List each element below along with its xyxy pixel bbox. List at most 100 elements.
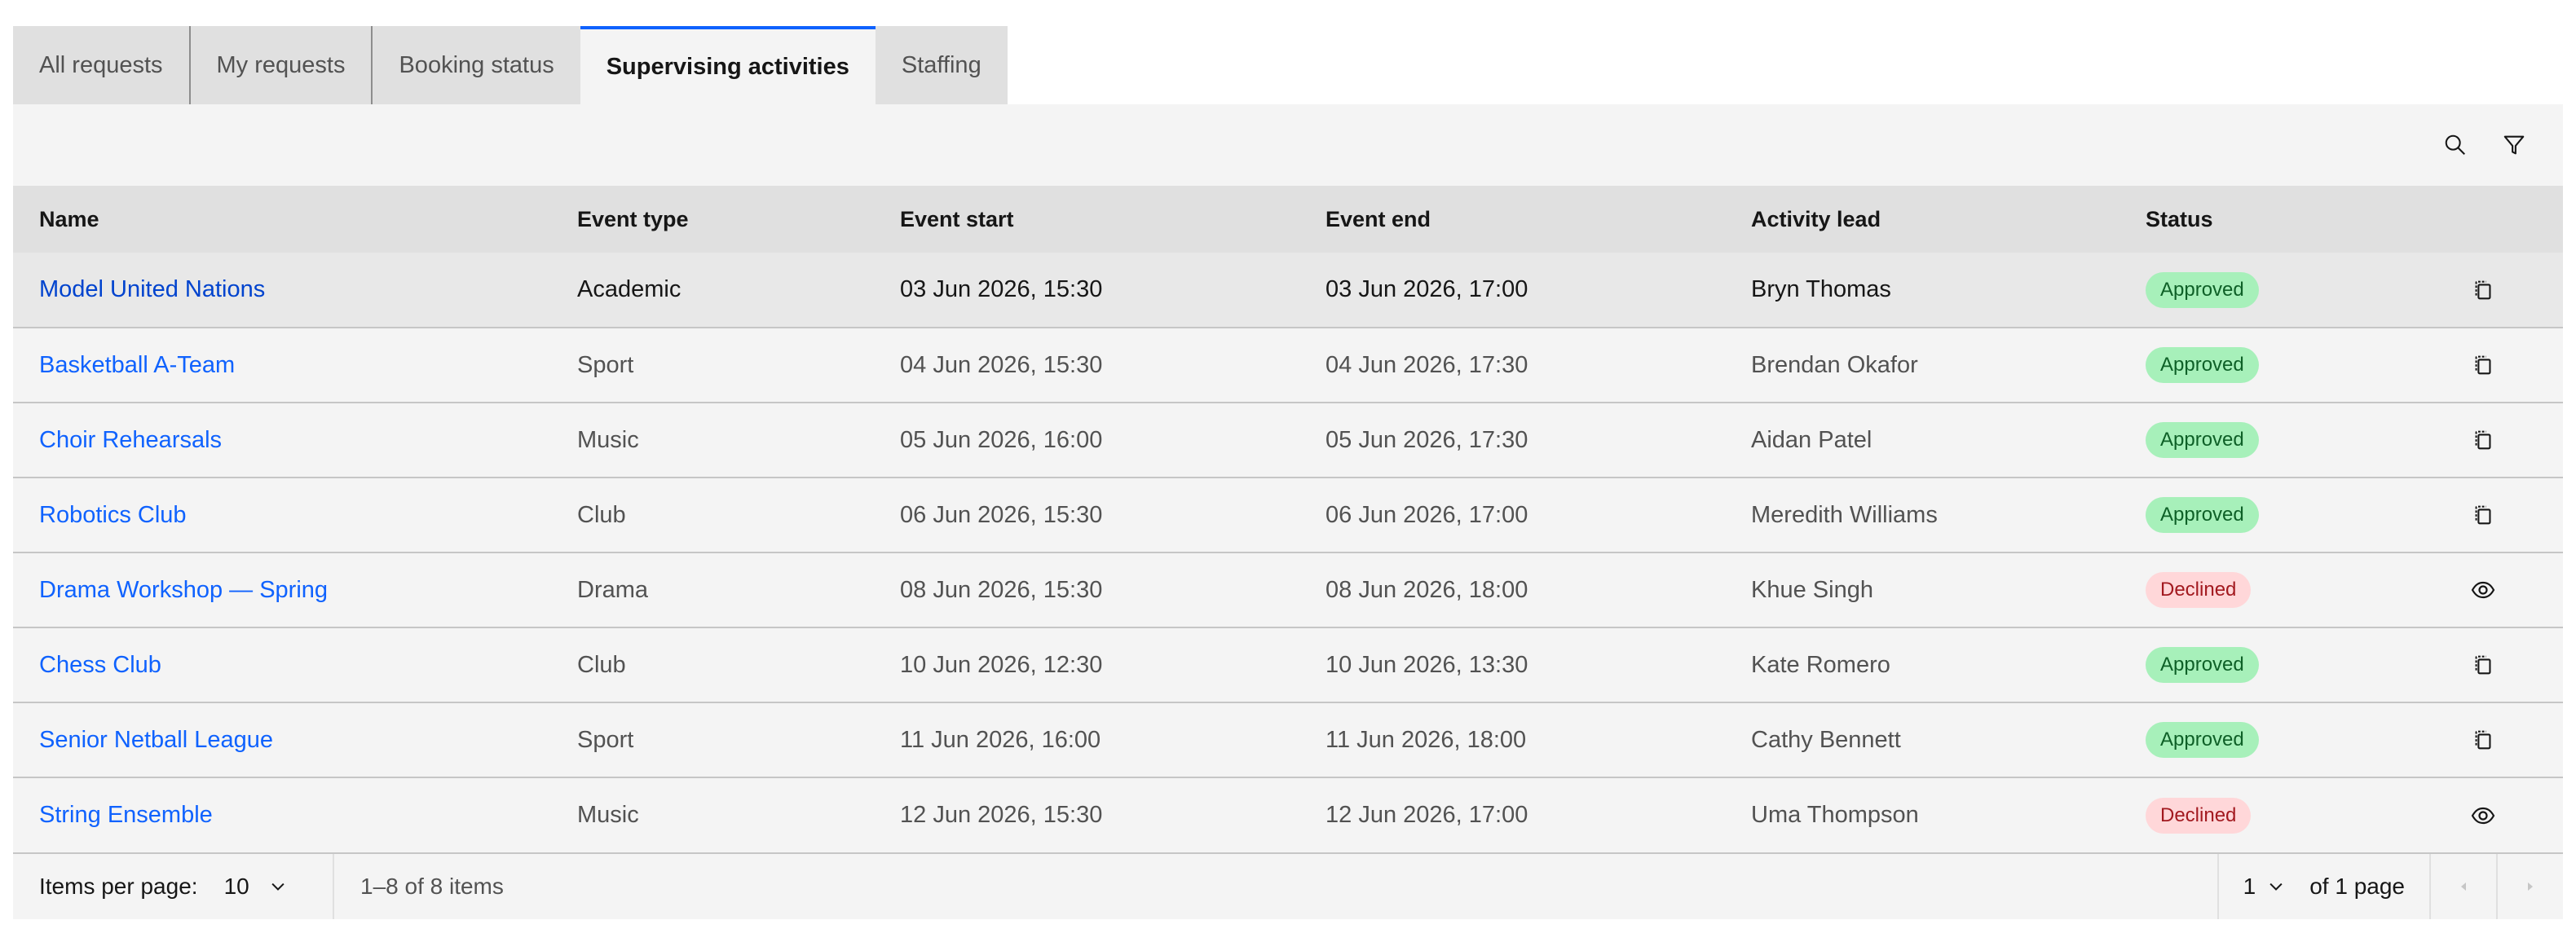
cell-actions (2408, 777, 2563, 852)
items-per-page-select[interactable]: 10 (224, 874, 287, 900)
status-badge: Approved (2146, 271, 2259, 308)
copy-icon (2475, 730, 2491, 750)
tab-my-requests[interactable]: My requests (190, 26, 373, 104)
cell-actions (2408, 702, 2563, 777)
cell-name: String Ensemble (13, 777, 551, 852)
table-row[interactable]: Senior Netball League Sport 11 Jun 2026, 1… (13, 702, 2563, 777)
status-badge: Approved (2146, 722, 2259, 758)
cell-name: Robotics Club (13, 478, 551, 552)
cell-event-start: 12 Jun 2026, 15:30 (900, 802, 1103, 828)
filter-button[interactable] (2485, 116, 2543, 174)
duplicate-button[interactable] (2459, 491, 2508, 539)
table-header-row: Name Event type Event start Event end Ac… (13, 186, 2563, 253)
cell-event-start: 11 Jun 2026, 16:00 (900, 726, 1101, 753)
table-row[interactable]: Chess Club Club 10 Jun 2026, 12:30 10 Jun 2… (13, 627, 2563, 702)
cell-event-end: 12 Jun 2026, 17:00 (1325, 802, 1528, 828)
cell-event-start: 10 Jun 2026, 12:30 (900, 651, 1103, 678)
duplicate-button[interactable] (2459, 715, 2508, 764)
cell-activity-lead: Aidan Patel (1751, 426, 1872, 453)
cell-event-end: 06 Jun 2026, 17:00 (1325, 501, 1528, 528)
activities-table: Name Event type Event start Event end Ac… (13, 186, 2563, 852)
column-header-event-start[interactable]: Event start (874, 186, 1299, 253)
item-count-text: 1–8 of 8 items (360, 874, 504, 899)
cell-activity-lead: Kate Romero (1751, 651, 1890, 678)
cell-activity-lead: Uma Thompson (1751, 802, 1919, 828)
cell-name: Basketball A-Team (13, 328, 551, 403)
duplicate-button[interactable] (2459, 341, 2508, 390)
cell-event-type: Sport (577, 726, 634, 753)
activity-name-link[interactable]: Choir Rehearsals (39, 427, 222, 453)
tab-bar: All requests My requests Booking status … (13, 26, 2563, 104)
tab-supervising-activities[interactable]: Supervising activities (580, 26, 876, 104)
cell-event-start: 05 Jun 2026, 16:00 (900, 426, 1103, 453)
page-select-value: 1 (2243, 874, 2256, 899)
cell-event-end: 03 Jun 2026, 17:00 (1325, 276, 1528, 302)
copy-icon (2475, 430, 2491, 450)
activity-name-link[interactable]: Chess Club (39, 652, 161, 678)
cell-actions (2408, 627, 2563, 702)
duplicate-button[interactable] (2459, 266, 2508, 315)
cell-name: Senior Netball League (13, 702, 551, 777)
column-header-status[interactable]: Status (2119, 186, 2408, 253)
activity-name-link[interactable]: Robotics Club (39, 502, 187, 528)
tab-all-requests[interactable]: All requests (13, 26, 191, 104)
activity-name-link[interactable]: Basketball A-Team (39, 352, 235, 378)
filter-icon (2503, 135, 2525, 155)
chevron-down-icon (2269, 883, 2283, 891)
status-badge: Approved (2146, 497, 2259, 533)
cell-event-end: 05 Jun 2026, 17:30 (1325, 426, 1528, 453)
cell-event-type: Club (577, 651, 626, 678)
table-row[interactable]: Drama Workshop — Spring Drama 08 Jun 2026,… (13, 552, 2563, 627)
cell-status: Declined (2119, 552, 2408, 627)
cell-status: Approved (2119, 478, 2408, 552)
page-navigation-group: 1 of 1 page (2217, 854, 2563, 919)
table-row[interactable]: Basketball A-Team Sport 04 Jun 2026, 15:30… (13, 328, 2563, 403)
activity-name-link[interactable]: Drama Workshop — Spring (39, 577, 328, 603)
chevron-down-icon (271, 883, 285, 891)
cell-actions (2408, 328, 2563, 403)
search-button[interactable] (2426, 116, 2485, 174)
column-header-name[interactable]: Name (13, 186, 551, 253)
column-header-event-type[interactable]: Event type (551, 186, 874, 253)
cell-actions (2408, 403, 2563, 478)
page-total-text: of 1 page (2309, 874, 2405, 899)
table-row[interactable]: Choir Rehearsals Music 05 Jun 2026, 16:00 0… (13, 403, 2563, 478)
cell-event-end: 08 Jun 2026, 18:00 (1325, 576, 1528, 603)
tab-staffing[interactable]: Staffing (875, 26, 1008, 104)
table-row[interactable]: String Ensemble Music 12 Jun 2026, 15:30 12… (13, 777, 2563, 852)
cell-activity-lead: Brendan Okafor (1751, 351, 1918, 378)
table-row[interactable]: Model United Nations Academic 03 Jun 2026,… (13, 253, 2563, 328)
cell-event-type: Drama (577, 576, 649, 603)
table-row[interactable]: Robotics Club Club 06 Jun 2026, 15:30 06 Ju… (13, 478, 2563, 552)
column-header-event-end[interactable]: Event end (1299, 186, 1725, 253)
table-toolbar (13, 104, 2563, 186)
activity-name-link[interactable]: Model United Nations (39, 276, 265, 302)
column-header-activity-lead[interactable]: Activity lead (1725, 186, 2119, 253)
next-page-button[interactable] (2496, 854, 2563, 919)
cell-event-type: Music (577, 802, 639, 828)
cell-activity-lead: Khue Singh (1751, 576, 1873, 603)
view-button[interactable] (2459, 566, 2508, 614)
caret-right-icon (2528, 883, 2533, 891)
page-select[interactable]: 1 (2217, 854, 2310, 919)
status-badge: Approved (2146, 647, 2259, 683)
tab-booking-status[interactable]: Booking status (373, 26, 580, 104)
caret-left-icon (2461, 883, 2466, 891)
activity-name-link[interactable]: Senior Netball League (39, 727, 273, 753)
cell-event-start: 06 Jun 2026, 15:30 (900, 501, 1103, 528)
status-badge: Declined (2146, 572, 2252, 608)
items-per-page-label: Items per page: (39, 874, 198, 899)
duplicate-button[interactable] (2459, 640, 2508, 689)
copy-icon (2475, 355, 2491, 375)
cell-event-start: 04 Jun 2026, 15:30 (900, 351, 1103, 378)
eye-icon (2471, 807, 2495, 824)
cell-event-start: 08 Jun 2026, 15:30 (900, 576, 1103, 603)
cell-name: Drama Workshop — Spring (13, 552, 551, 627)
previous-page-button[interactable] (2429, 854, 2496, 919)
column-header-actions (2408, 186, 2563, 253)
cell-activity-lead: Meredith Williams (1751, 501, 1938, 528)
view-button[interactable] (2459, 791, 2508, 840)
data-table-container: Name Event type Event start Event end Ac… (13, 104, 2563, 919)
duplicate-button[interactable] (2459, 416, 2508, 464)
activity-name-link[interactable]: String Ensemble (39, 802, 213, 828)
